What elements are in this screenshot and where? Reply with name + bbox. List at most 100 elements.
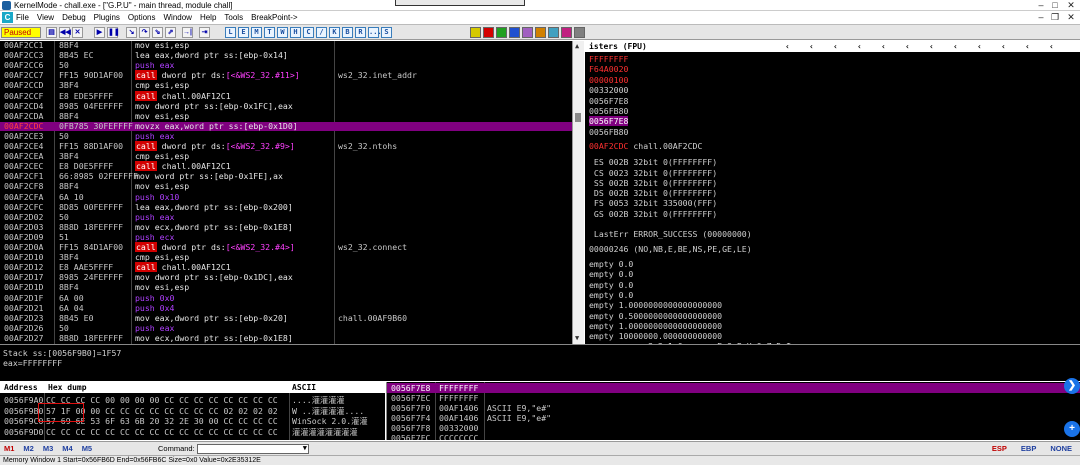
toolbar-color-button[interactable] [470, 27, 481, 38]
toolbar-color-button[interactable] [483, 27, 494, 38]
scroll-up-icon[interactable]: ▲ [575, 42, 579, 50]
assistant-add-icon[interactable]: + [1064, 421, 1080, 437]
stack-follow-ebp[interactable]: EBP [1021, 442, 1036, 456]
toolbar-letter-button[interactable]: K [329, 27, 340, 38]
step-over-icon[interactable]: ↷ [139, 27, 150, 38]
cpu-window-icon[interactable]: C [2, 12, 13, 23]
eip-register[interactable]: 00AF2CDC chall.00AF2CDC [589, 141, 702, 151]
toolbar-letter-button[interactable]: M [251, 27, 262, 38]
stack-row[interactable]: 0056F7EC FFFFFFFF [387, 393, 1080, 403]
scroll-left-icon[interactable]: ‹ [977, 41, 982, 52]
toolbar-letter-button[interactable]: L [225, 27, 236, 38]
stack-row[interactable]: 0056F7F8 00332000 [387, 423, 1080, 433]
fpu-register[interactable]: empty 0.0 [589, 259, 633, 269]
command-input[interactable]: ▼ [197, 444, 309, 454]
close-icon[interactable]: ✕ [1064, 0, 1078, 11]
toolbar-color-button[interactable] [548, 27, 559, 38]
memory-tab-m5[interactable]: M5 [82, 442, 92, 456]
menu-item-help[interactable]: Help [200, 11, 216, 25]
stack-row[interactable]: 0056F7F4 00AF1406 ASCII E9,"e#" [387, 413, 1080, 423]
memory-tab-m2[interactable]: M2 [23, 442, 33, 456]
pause-icon[interactable]: ❚❚ [107, 27, 120, 38]
scroll-left-icon[interactable]: ‹ [809, 41, 814, 52]
dump-header-address[interactable]: Address [4, 382, 38, 393]
segment-register[interactable]: SS 002B 32bit 0(FFFFFFFF) [589, 178, 717, 188]
fpu-register[interactable]: empty 1.0000000000000000000 [589, 321, 722, 331]
cpu-disassembly-pane[interactable]: 00AF2CC1 8BF4 mov esi,esp 00AF2CC3 8B45 EC le… [0, 41, 572, 344]
menu-item-view[interactable]: View [37, 11, 54, 25]
register-value[interactable]: F64A0020 [589, 64, 628, 74]
toolbar-letter-button[interactable]: T [264, 27, 275, 38]
fpu-register[interactable]: empty 10000000.000000000000 [589, 331, 722, 341]
disassembly-row[interactable]: 00AF2D23 8B45 E0 mov eax,dword ptr ss:[ebp… [0, 313, 572, 324]
disassembly-row[interactable]: 00AF2D0A FF15 84D1AF00 call dword ptr ds:[… [0, 242, 572, 253]
registers-pane[interactable]: isters (FPU) ‹ ‹ ‹ ‹ ‹ ‹ ‹ ‹ ‹ ‹ ‹ ‹ FFFFFFFF F64A00… [585, 41, 1080, 344]
disassembly-row[interactable]: 00AF2CCD 3BF4 cmp esi,esp [0, 81, 572, 91]
dump-header-ascii[interactable]: ASCII [292, 382, 316, 393]
disassembly-row[interactable]: 00AF2D1F 6A 00 push 0x0 [0, 293, 572, 304]
disassembly-row[interactable]: 00AF2CC7 FF15 90D1AF00 call dword ptr ds:[… [0, 70, 572, 81]
scroll-left-icon[interactable]: ‹ [833, 41, 838, 52]
go-to-address-icon[interactable]: ⇥ [199, 27, 210, 38]
register-value[interactable]: 0056FB80 [589, 106, 628, 116]
disassembly-row[interactable]: 00AF2D1D 8BF4 mov esi,esp [0, 283, 572, 293]
scroll-left-icon[interactable]: ‹ [785, 41, 790, 52]
toolbar-color-button[interactable] [522, 27, 533, 38]
memory-tab-m4[interactable]: M4 [62, 442, 72, 456]
rewind-icon[interactable]: ◀◀ [59, 27, 71, 38]
stack-follow-esp[interactable]: ESP [992, 442, 1007, 456]
menu-item-debug[interactable]: Debug [62, 11, 86, 25]
stack-row[interactable]: 0056F7E8 FFFFFFFF [387, 383, 1080, 393]
register-value[interactable]: 0056F7E8 [589, 116, 629, 127]
close-file-icon[interactable]: ✕ [72, 27, 83, 38]
execute-till-return-icon[interactable]: →| [182, 27, 193, 38]
scroll-left-icon[interactable]: ‹ [1001, 41, 1006, 52]
menu-item-file[interactable]: File [16, 11, 29, 25]
fpu-register[interactable]: empty 1.0000000000000000000 [589, 300, 722, 310]
toolbar-letter-button[interactable]: / [316, 27, 327, 38]
memory-tab-m1[interactable]: M1 [4, 442, 14, 456]
disassembly-row[interactable]: 00AF2CE4 FF15 88D1AF00 call dword ptr ds:[… [0, 141, 572, 152]
menu-item-tools[interactable]: Tools [224, 11, 243, 25]
scroll-down-icon[interactable]: ▼ [575, 334, 579, 342]
disassembly-row[interactable]: 00AF2CF1 66:8985 02FEFFFF mov word ptr ss:… [0, 171, 572, 182]
toolbar-color-button[interactable] [509, 27, 520, 38]
animate-into-icon[interactable]: ⇘ [152, 27, 163, 38]
toolbar-letter-button[interactable]: E [238, 27, 249, 38]
toolbar-color-button[interactable] [561, 27, 572, 38]
register-value[interactable]: FFFFFFFF [589, 54, 628, 64]
disassembly-row[interactable]: 00AF2CDC 0FB785 30FEFFFF movzx eax,word pt… [0, 121, 572, 132]
child-minimize-icon[interactable]: – [1034, 12, 1048, 23]
segment-register[interactable]: ES 002B 32bit 0(FFFFFFFF) [589, 157, 717, 167]
disassembly-row[interactable]: 00AF2D27 8B8D 18FEFFFF mov ecx,dword ptr s… [0, 333, 572, 344]
fpu-register[interactable]: empty 0.0 [589, 280, 633, 290]
disassembly-row[interactable]: 00AF2CF8 8BF4 mov esi,esp [0, 182, 572, 192]
eflags-register[interactable]: 00000246 (NO,NB,E,BE,NS,PE,GE,LE) [589, 244, 752, 254]
register-value[interactable]: 0056F7E8 [589, 96, 628, 106]
disassembly-row[interactable]: 00AF2CC3 8B45 EC lea eax,dword ptr ss:[ebp… [0, 50, 572, 61]
segment-register[interactable]: GS 002B 32bit 0(FFFFFFFF) [589, 209, 717, 219]
segment-register[interactable]: DS 002B 32bit 0(FFFFFFFF) [589, 188, 717, 198]
fpu-register[interactable]: empty 0.5000000000000000000 [589, 311, 722, 321]
scroll-left-icon[interactable]: ‹ [881, 41, 886, 52]
stack-row[interactable]: 0056F7F0 00AF1406 ASCII E9,"e#" [387, 403, 1080, 413]
scroll-left-icon[interactable]: ‹ [1049, 41, 1054, 52]
fpu-register[interactable]: empty 0.0 [589, 290, 633, 300]
child-close-icon[interactable]: ✕ [1064, 12, 1078, 23]
scroll-left-icon[interactable]: ‹ [1025, 41, 1030, 52]
toolbar-color-button[interactable] [535, 27, 546, 38]
assistant-bubble-icon[interactable]: ❯ [1064, 378, 1080, 394]
disassembly-row[interactable]: 00AF2CD4 8985 04FEFFFF mov dword ptr ss:[e… [0, 101, 572, 112]
menu-item-plugins[interactable]: Plugins [94, 11, 120, 25]
menu-item-breakpoint[interactable]: BreakPoint-> [251, 11, 297, 25]
scroll-left-icon[interactable]: ‹ [905, 41, 910, 52]
menu-item-options[interactable]: Options [128, 11, 156, 25]
toolbar-color-button[interactable] [574, 27, 585, 38]
segment-register[interactable]: FS 0053 32bit 335000(FFF) [589, 198, 717, 208]
memory-tab-m3[interactable]: M3 [43, 442, 53, 456]
minimize-icon[interactable]: – [1034, 0, 1048, 11]
register-value[interactable]: 00000100 [589, 75, 628, 85]
toolbar-letter-button[interactable]: S [381, 27, 392, 38]
step-into-icon[interactable]: ↘ [126, 27, 137, 38]
animate-over-icon[interactable]: ⇗ [165, 27, 176, 38]
